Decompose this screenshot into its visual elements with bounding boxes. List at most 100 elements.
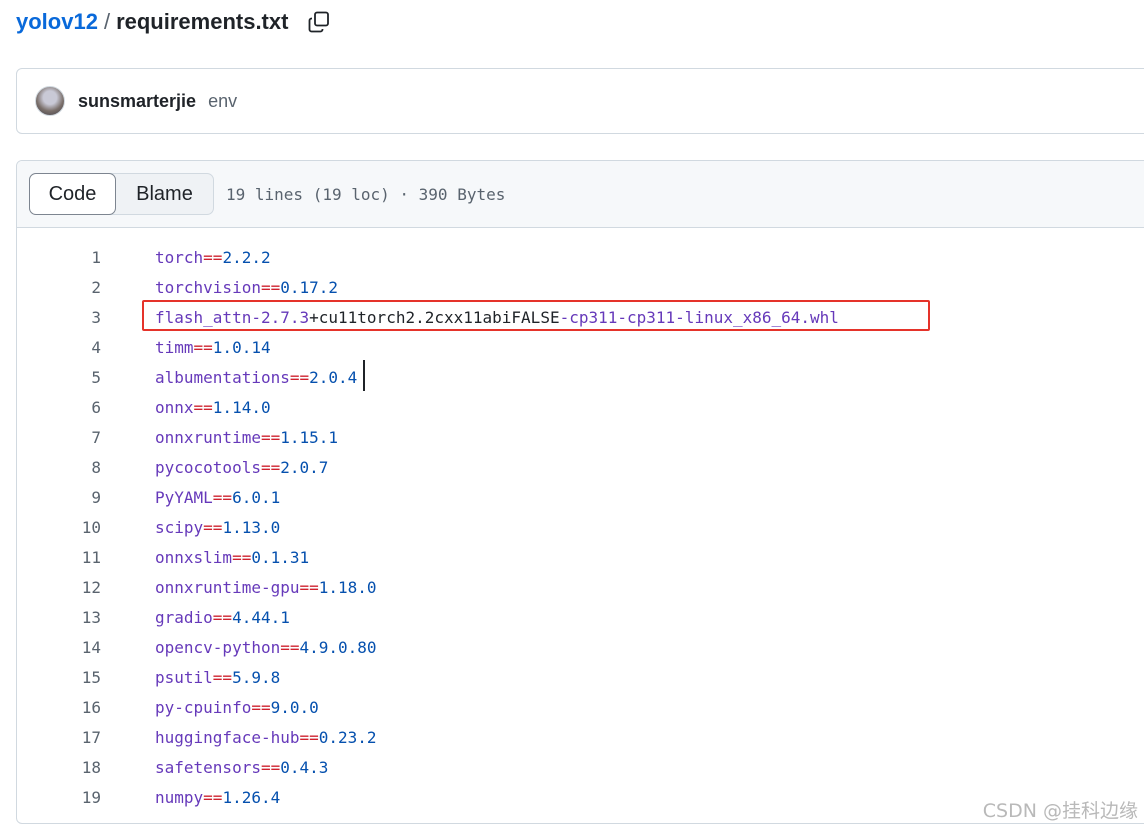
line-code: numpy==1.26.4 xyxy=(155,788,280,807)
line-number[interactable]: 18 xyxy=(17,758,101,777)
breadcrumb-repo-link[interactable]: yolov12 xyxy=(16,9,98,35)
code-line: 12 onnxruntime-gpu==1.18.0 xyxy=(17,572,1144,602)
version-number: 0.17.2 xyxy=(280,277,339,297)
version-number: 6.0.1 xyxy=(232,487,281,507)
line-number[interactable]: 3 xyxy=(17,308,101,327)
package-name: gradio xyxy=(155,607,213,627)
tab-blame[interactable]: Blame xyxy=(116,174,213,214)
line-code: torch==2.2.2 xyxy=(155,248,271,267)
version-number: 1.14.0 xyxy=(212,397,271,417)
commit-message-link[interactable]: env xyxy=(208,91,237,112)
line-number[interactable]: 12 xyxy=(17,578,101,597)
code-line: 16 py-cpuinfo==9.0.0 xyxy=(17,692,1144,722)
version-number: 2.2.2 xyxy=(222,247,271,267)
package-name: opencv-python xyxy=(155,637,281,657)
version-operator: == xyxy=(289,367,310,387)
version-operator: == xyxy=(212,667,233,687)
line-code: pycocotools==2.0.7 xyxy=(155,458,328,477)
line-code: onnxruntime-gpu==1.18.0 xyxy=(155,578,377,597)
version-operator: == xyxy=(232,547,252,567)
package-name: huggingface-hub xyxy=(155,727,300,747)
package-name: safetensors xyxy=(155,757,261,777)
line-code: onnxslim==0.1.31 xyxy=(155,548,309,567)
line-code: timm==1.0.14 xyxy=(155,338,271,357)
tab-code[interactable]: Code xyxy=(29,173,116,215)
line-number[interactable]: 17 xyxy=(17,728,101,747)
version-operator: == xyxy=(260,427,281,447)
version-operator: == xyxy=(203,517,223,537)
line-number[interactable]: 11 xyxy=(17,548,101,567)
line-number[interactable]: 8 xyxy=(17,458,101,477)
line-number[interactable]: 7 xyxy=(17,428,101,447)
version-number: 2.0.4 xyxy=(309,367,358,387)
line-code: py-cpuinfo==9.0.0 xyxy=(155,698,319,717)
line-number[interactable]: 1 xyxy=(17,248,101,267)
code-line: 15 psutil==5.9.8 xyxy=(17,662,1144,692)
build-tag: +cu11torch2.2cxx11abiFALSE xyxy=(309,307,560,327)
package-name: psutil xyxy=(155,667,213,687)
file-viewer: Code Blame 19 lines (19 loc) · 390 Bytes… xyxy=(16,160,1144,824)
version-operator: == xyxy=(260,457,281,477)
code-line: 7 onnxruntime==1.15.1 xyxy=(17,422,1144,452)
version-operator: == xyxy=(212,607,233,627)
version-operator: == xyxy=(299,727,319,747)
code-line: 9 PyYAML==6.0.1 xyxy=(17,482,1144,512)
package-name: timm xyxy=(155,337,194,357)
line-code: PyYAML==6.0.1 xyxy=(155,488,280,507)
line-number[interactable]: 2 xyxy=(17,278,101,297)
code-line: 19 numpy==1.26.4 xyxy=(17,782,1144,812)
code-line: 6 onnx==1.14.0 xyxy=(17,392,1144,422)
watermark: CSDN @挂科边缘 xyxy=(982,800,1138,822)
code-line: 11 onnxslim==0.1.31 xyxy=(17,542,1144,572)
breadcrumb: yolov12 / requirements.txt xyxy=(16,6,332,38)
line-number[interactable]: 9 xyxy=(17,488,101,507)
code-area[interactable]: 1 torch==2.2.2 2 torchvision==0.17.2 3 flash_… xyxy=(17,228,1144,812)
text-cursor xyxy=(363,360,365,391)
version-operator: == xyxy=(260,277,281,297)
version-number: 0.23.2 xyxy=(318,727,377,747)
code-line: 17 huggingface-hub==0.23.2 xyxy=(17,722,1144,752)
version-number: 2.0.7 xyxy=(280,457,329,477)
version-number: 4.44.1 xyxy=(232,607,290,627)
line-number[interactable]: 13 xyxy=(17,608,101,627)
version-number: 0.1.31 xyxy=(251,547,310,567)
version-operator: == xyxy=(203,787,223,807)
line-code: flash_attn-2.7.3+cu11torch2.2cxx11abiFAL… xyxy=(155,308,839,327)
line-code: onnx==1.14.0 xyxy=(155,398,271,417)
version-number: 4.9.0.80 xyxy=(299,637,377,657)
version-operator: == xyxy=(280,637,300,657)
line-code: psutil==5.9.8 xyxy=(155,668,280,687)
line-number[interactable]: 16 xyxy=(17,698,101,717)
copy-path-button[interactable] xyxy=(306,9,332,35)
version-operator: == xyxy=(299,577,319,597)
version-operator: == xyxy=(203,247,223,267)
line-code: onnxruntime==1.15.1 xyxy=(155,428,338,447)
commit-author-link[interactable]: sunsmarterjie xyxy=(78,91,196,112)
line-number[interactable]: 10 xyxy=(17,518,101,537)
package-name: py-cpuinfo xyxy=(155,697,252,717)
view-mode-toggle: Code Blame xyxy=(29,173,214,215)
latest-commit-bar: sunsmarterjie env xyxy=(16,68,1144,134)
version-operator: == xyxy=(260,757,281,777)
line-code: albumentations==2.0.4 xyxy=(155,368,357,387)
avatar[interactable] xyxy=(35,86,65,116)
line-number[interactable]: 5 xyxy=(17,368,101,387)
line-number[interactable]: 14 xyxy=(17,638,101,657)
version-number: 9.0.0 xyxy=(270,697,319,717)
package-name: flash_attn-2.7.3 xyxy=(155,307,310,327)
wheel-suffix: -cp311-cp311-linux_x86_64.whl xyxy=(559,307,839,327)
line-number[interactable]: 19 xyxy=(17,788,101,807)
version-number: 1.13.0 xyxy=(222,517,281,537)
line-number[interactable]: 6 xyxy=(17,398,101,417)
code-line: 2 torchvision==0.17.2 xyxy=(17,272,1144,302)
line-code: scipy==1.13.0 xyxy=(155,518,280,537)
file-info: 19 lines (19 loc) · 390 Bytes xyxy=(226,184,506,204)
version-number: 0.4.3 xyxy=(280,757,329,777)
line-number[interactable]: 4 xyxy=(17,338,101,357)
breadcrumb-separator: / xyxy=(103,9,111,34)
code-line: 4 timm==1.0.14 xyxy=(17,332,1144,362)
package-name: albumentations xyxy=(155,367,290,387)
package-name: torch xyxy=(155,247,204,267)
line-number[interactable]: 15 xyxy=(17,668,101,687)
breadcrumb-file-name: requirements.txt xyxy=(116,9,289,34)
